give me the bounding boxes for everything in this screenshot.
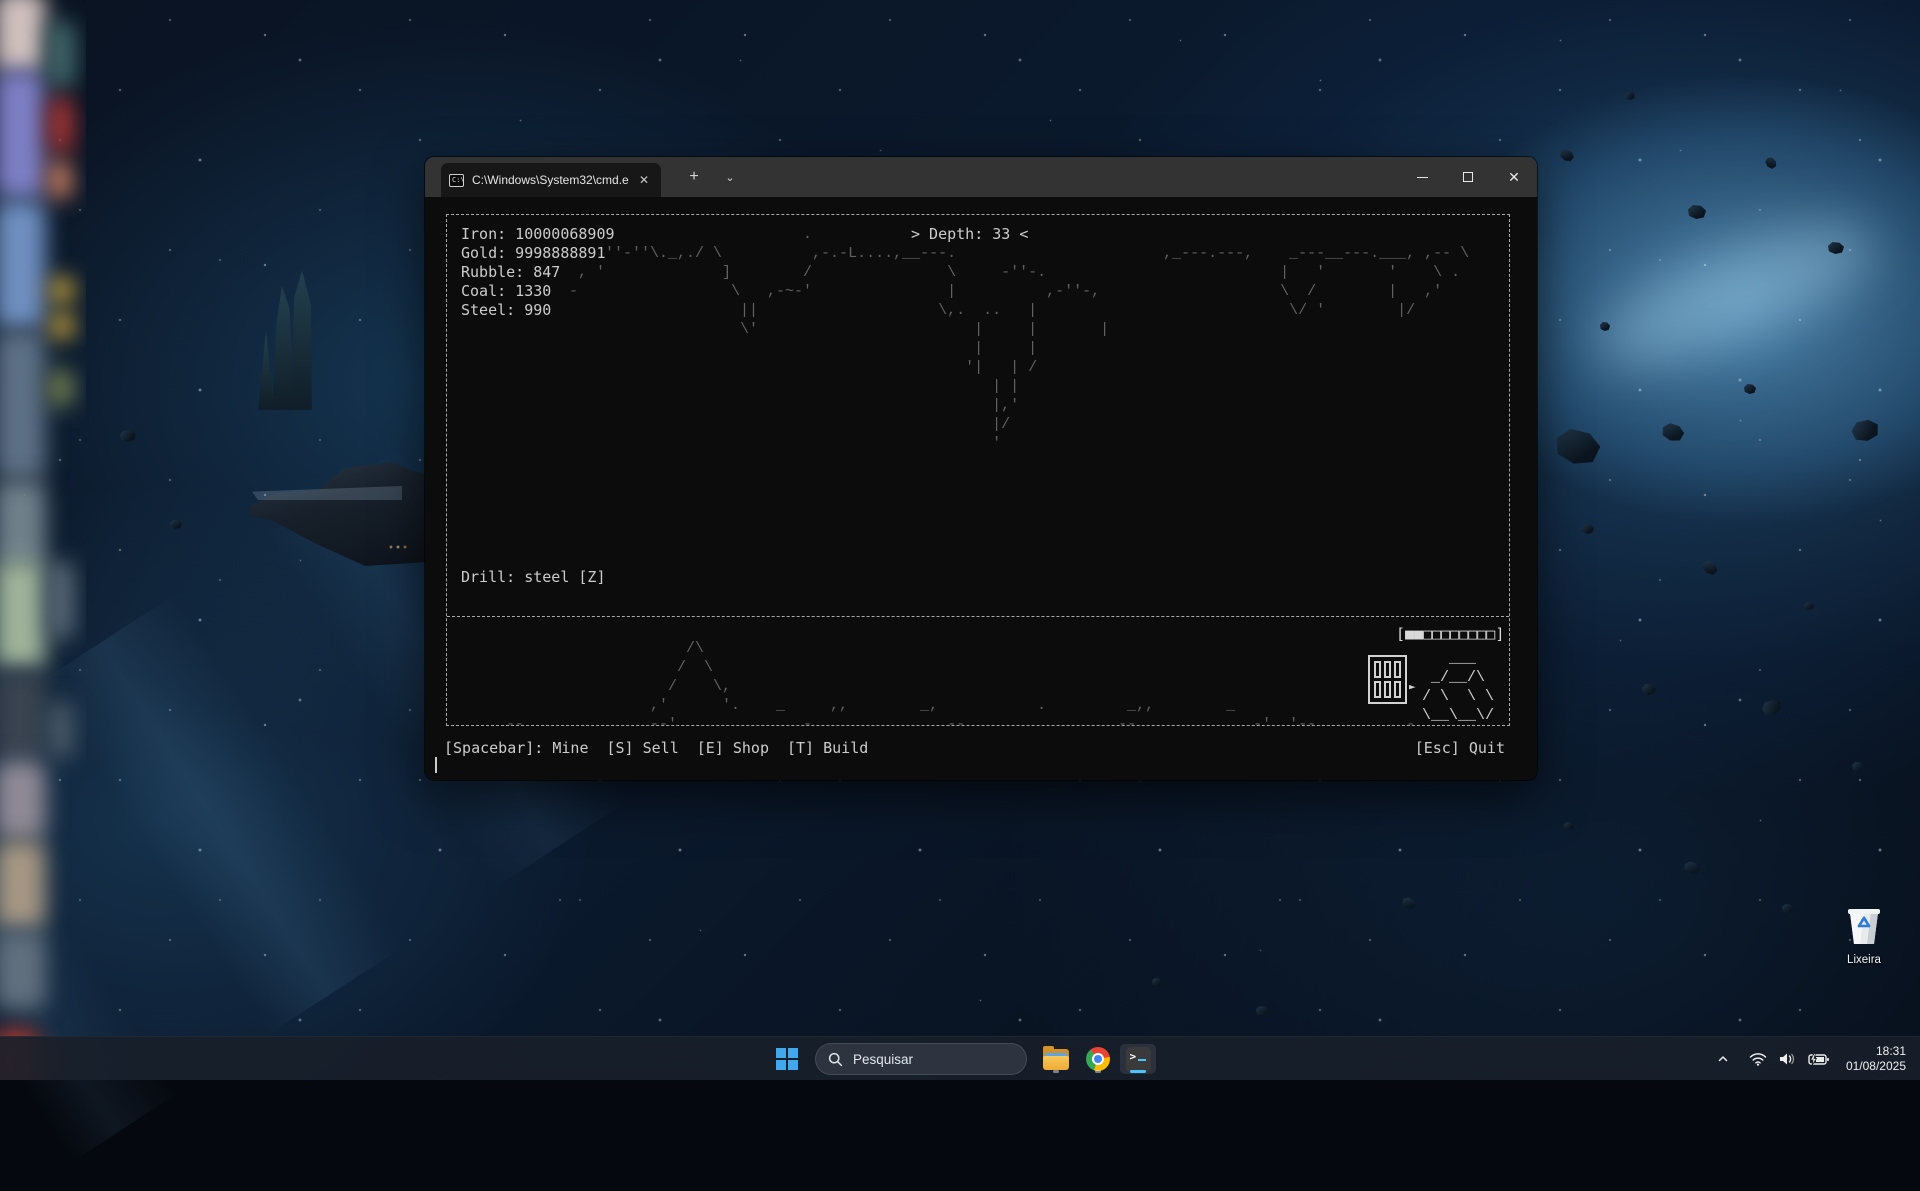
mine-terrain-ascii: . ''-''\._,./ \ ,-.-L....,__---. ,_---.-… — [461, 225, 1469, 453]
running-indicator — [1053, 1070, 1059, 1073]
terminal-taskbar-button[interactable]: > — [1120, 1044, 1156, 1074]
system-tray: 18:31 01/08/2025 — [1711, 1037, 1920, 1081]
clock-date: 01/08/2025 — [1846, 1059, 1906, 1074]
terminal-icon: > — [1126, 1047, 1151, 1072]
terminal-cursor — [435, 757, 437, 773]
search-box[interactable]: Pesquisar — [815, 1043, 1027, 1075]
spaceship-lights — [388, 544, 410, 550]
section-divider — [447, 616, 1509, 617]
taskbar-clock[interactable]: 18:31 01/08/2025 — [1846, 1044, 1906, 1074]
terminal-tab[interactable]: C:\ C:\Windows\System32\cmd.e ✕ — [441, 163, 661, 197]
chrome-button[interactable] — [1080, 1044, 1116, 1074]
taskbar: Pesquisar > — [0, 1036, 1920, 1080]
stat-steel: Steel: 990 — [461, 301, 551, 320]
search-placeholder: Pesquisar — [853, 1052, 913, 1067]
drill-status: Drill: steel [Z] — [461, 568, 606, 587]
terminal-window: C:\ C:\Windows\System32\cmd.e ✕ + ⌄ ✕ . … — [425, 157, 1537, 780]
menu-hint-quit: [Esc] Quit — [1415, 739, 1505, 758]
cmd-icon: C:\ — [449, 174, 464, 187]
maximize-icon — [1463, 172, 1473, 182]
menu-hint-shop: [E] Shop — [697, 739, 769, 758]
wifi-icon — [1749, 1052, 1767, 1066]
maximize-button[interactable] — [1445, 157, 1491, 197]
menu-hint-mine: [Spacebar]: Mine — [444, 739, 589, 758]
menu-hint-build: [T] Build — [787, 739, 868, 758]
surface-terrain-ascii: /\ / \ / \, ,' '. _ ,, _, . _,, _ _,,--.… — [461, 620, 1415, 726]
key-hint-bar: [Spacebar]: Mine [S] Sell [E] Shop [T] B… — [444, 739, 868, 758]
stat-gold: Gold: 9998888891 — [461, 244, 606, 263]
terminal-titlebar[interactable]: C:\ C:\Windows\System32\cmd.e ✕ + ⌄ ✕ — [425, 157, 1537, 197]
minimize-button[interactable] — [1399, 157, 1445, 197]
battery-charging-icon — [1808, 1053, 1830, 1066]
stat-iron: Iron: 10000068909 — [461, 225, 615, 244]
tab-title: C:\Windows\System32\cmd.e — [472, 173, 635, 187]
volume-icon — [1779, 1052, 1796, 1066]
close-button[interactable]: ✕ — [1491, 157, 1537, 197]
chrome-icon — [1086, 1047, 1110, 1071]
tab-dropdown-button[interactable]: ⌄ — [715, 157, 745, 197]
windows-logo-icon — [776, 1048, 798, 1070]
search-icon — [828, 1052, 843, 1067]
recycle-bin[interactable]: Lixeira — [1836, 904, 1892, 966]
game-border: . ''-''\._,./ \ ,-.-L....,__---. ,_---.-… — [446, 214, 1510, 726]
tray-chevron-button[interactable] — [1711, 1043, 1735, 1075]
recycle-bin-label: Lixeira — [1836, 954, 1892, 966]
battery-button[interactable] — [1802, 1043, 1836, 1075]
clock-time: 18:31 — [1846, 1044, 1906, 1059]
running-indicator — [1095, 1070, 1101, 1073]
wallpaper: Lixeira C:\ C:\Windows\System32\cmd.e ✕ … — [0, 0, 1920, 1080]
ore-rock-ascii: ___ _/__/\ / \ \ \ \__\__\/ — [1422, 649, 1494, 725]
terminal-body[interactable]: . ''-''\._,./ \ ,-.-L....,__---. ,_---.-… — [425, 197, 1537, 780]
folder-icon — [1043, 1049, 1069, 1070]
start-button[interactable] — [769, 1044, 805, 1074]
depth-indicator: > Depth: 33 < — [911, 225, 1028, 244]
volume-button[interactable] — [1773, 1043, 1802, 1075]
stat-coal: Coal: 1330 — [461, 282, 551, 301]
active-indicator — [1130, 1070, 1146, 1073]
minimize-icon — [1417, 177, 1428, 178]
new-tab-button[interactable]: + — [677, 157, 711, 197]
chevron-up-icon — [1717, 1053, 1729, 1065]
menu-hint-sell: [S] Sell — [607, 739, 679, 758]
tab-close-icon[interactable]: ✕ — [635, 173, 653, 187]
left-icons-blur-strip — [0, 0, 86, 1080]
file-explorer-button[interactable] — [1038, 1044, 1074, 1074]
recycle-bin-icon — [1845, 904, 1883, 946]
close-icon: ✕ — [1508, 170, 1520, 184]
stat-rubble: Rubble: 847 — [461, 263, 560, 282]
wifi-button[interactable] — [1743, 1043, 1773, 1075]
